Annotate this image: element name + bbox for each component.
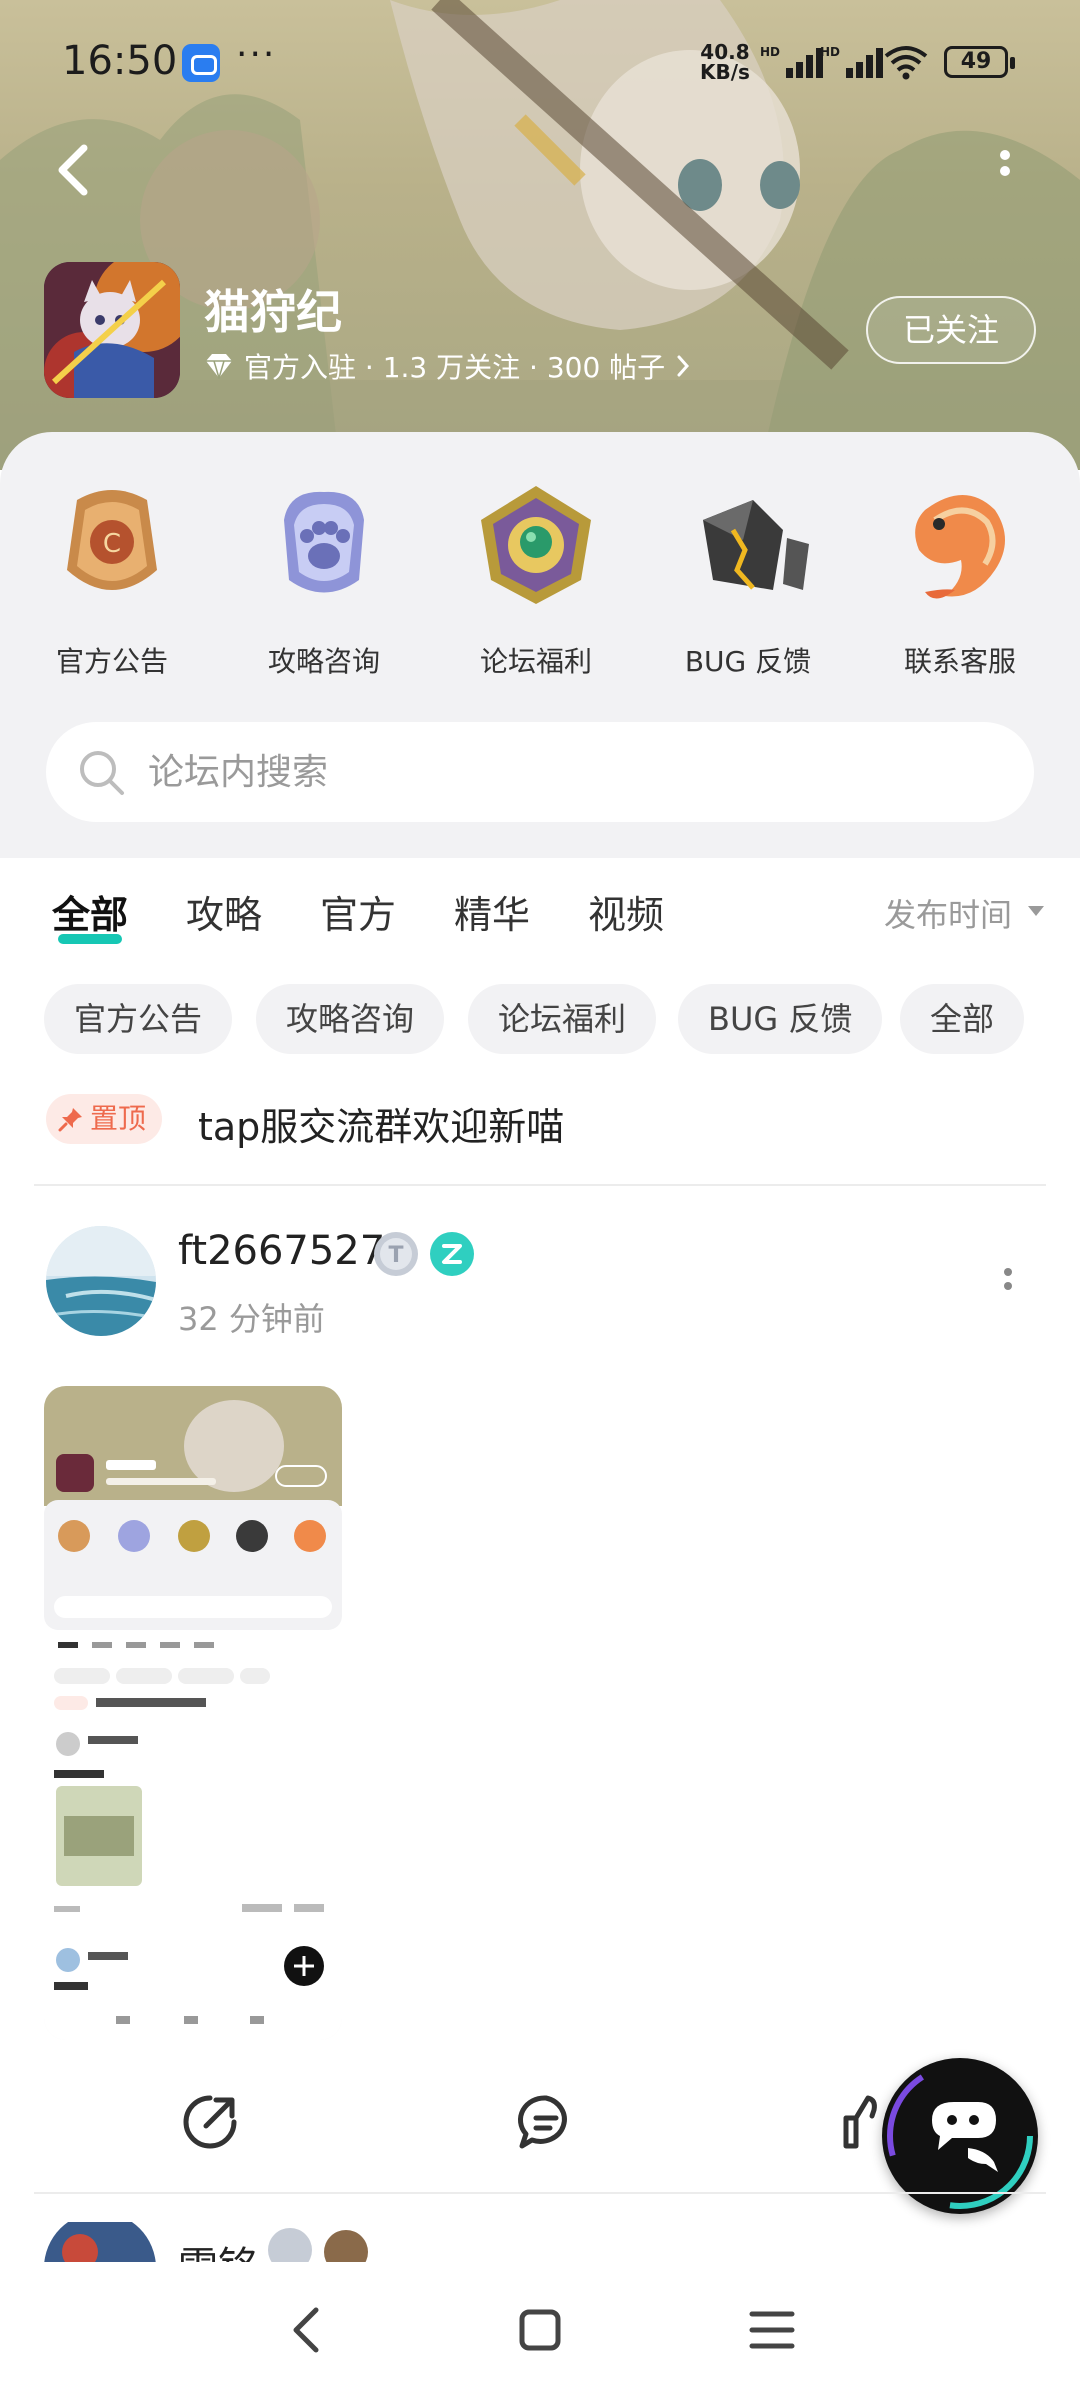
- category-strategy[interactable]: 攻略咨询: [234, 480, 414, 680]
- filter-chip[interactable]: 全部: [900, 984, 1025, 1054]
- network-speed: 40.8 KB/s: [700, 42, 750, 82]
- next-post-avatars: [44, 2222, 368, 2262]
- category-label: 官方公告: [55, 645, 168, 678]
- tab-strategy[interactable]: 攻略: [186, 884, 262, 939]
- game-title: 猫狩纪: [204, 285, 342, 339]
- status-time: 16:50: [62, 38, 178, 84]
- creator-badge-icon: [430, 1232, 474, 1276]
- pinned-badge-label: 置顶: [90, 1102, 147, 1135]
- verified-diamond-icon: [206, 354, 232, 379]
- game-meta[interactable]: 官方入驻 · 1.3 万关注 · 300 帖子: [204, 346, 691, 386]
- tab-active-indicator: [58, 934, 122, 944]
- category-bug-report[interactable]: BUG 反馈: [658, 480, 838, 680]
- signal-2-icon: HD: [820, 45, 883, 78]
- category-label: 攻略咨询: [267, 645, 380, 678]
- divider: [34, 1184, 1046, 1186]
- screen: 16:50 ··· 40.8 KB/s HD HD 49 猫狩纪 官方入驻 · …: [0, 0, 1080, 2400]
- chat-bubble-icon: [887, 2063, 1033, 2209]
- sort-dropdown[interactable]: 发布时间: [884, 890, 1012, 936]
- category-label: 联系客服: [903, 645, 1016, 678]
- tab-all[interactable]: 全部: [52, 884, 128, 939]
- filter-chip[interactable]: 论坛福利: [468, 984, 657, 1054]
- chevron-right-icon: [677, 355, 690, 377]
- avatar[interactable]: [46, 1226, 156, 1336]
- pinned-post-title[interactable]: tap服交流群欢迎新喵: [198, 1096, 564, 1151]
- post-screenshot-thumbnail: [44, 1386, 342, 2040]
- network-speed-value: 40.8: [700, 40, 750, 64]
- header-banner: 16:50 ··· 40.8 KB/s HD HD 49 猫狩纪 官方入驻 · …: [0, 0, 1080, 470]
- share-icon[interactable]: [180, 2092, 240, 2152]
- search-input[interactable]: [148, 744, 1008, 800]
- koi-icon: [915, 495, 1005, 599]
- svg-text:HD: HD: [760, 45, 780, 59]
- notification-app-icon: [182, 44, 220, 82]
- nav-home-icon[interactable]: [510, 2300, 570, 2360]
- crystal-icon: [703, 500, 809, 590]
- tab-featured[interactable]: 精华: [454, 884, 530, 939]
- jade-icon: [481, 486, 591, 604]
- tab-official[interactable]: 官方: [320, 884, 396, 939]
- level-badge-icon: T: [374, 1232, 418, 1276]
- sort-caret-icon: [1028, 906, 1044, 916]
- tab-video[interactable]: 视频: [588, 884, 664, 939]
- svg-text:T: T: [388, 1243, 403, 1268]
- nav-back-icon[interactable]: [278, 2300, 338, 2360]
- category-label: 论坛福利: [479, 645, 592, 678]
- nav-menu-icon[interactable]: [742, 2300, 802, 2360]
- chat-assistant-button[interactable]: [882, 2058, 1038, 2214]
- badge-icon: C: [67, 490, 157, 590]
- next-post-peek: [0, 2222, 1080, 2262]
- comment-icon[interactable]: [516, 2092, 576, 2152]
- status-more-dots: ···: [236, 34, 277, 75]
- game-logo-art: [44, 262, 180, 398]
- post-image[interactable]: [44, 1386, 342, 2040]
- divider: [34, 2192, 1046, 2194]
- pinned-badge: 置顶: [46, 1094, 163, 1144]
- more-vertical-icon[interactable]: [990, 145, 1020, 195]
- filter-chip[interactable]: 攻略咨询: [256, 984, 445, 1054]
- post-username[interactable]: ft2667527: [178, 1228, 385, 1274]
- svg-text:HD: HD: [820, 45, 840, 59]
- filter-chip[interactable]: BUG 反馈: [678, 984, 883, 1054]
- status-bar: 16:50 ··· 40.8 KB/s HD HD 49: [0, 0, 1080, 120]
- game-meta-text: 官方入驻 · 1.3 万关注 · 300 帖子: [244, 351, 666, 384]
- forum-search-bar[interactable]: [46, 722, 1034, 822]
- category-label: BUG 反馈: [684, 645, 812, 678]
- paw-icon: [284, 491, 364, 593]
- avatar-image: [46, 1226, 156, 1336]
- wifi-icon: [884, 46, 928, 80]
- search-icon: [80, 751, 124, 795]
- back-icon[interactable]: [50, 140, 98, 200]
- pin-icon: [58, 1108, 82, 1132]
- game-logo[interactable]: [44, 262, 180, 398]
- category-customer-service[interactable]: 联系客服: [870, 480, 1050, 680]
- category-official-notice[interactable]: C 官方公告: [22, 480, 202, 680]
- svg-text:C: C: [103, 529, 121, 559]
- battery-indicator: 49: [944, 46, 1015, 78]
- post-time: 32 分钟前: [178, 1300, 325, 1338]
- filter-chip[interactable]: 官方公告: [44, 984, 233, 1054]
- network-speed-unit: KB/s: [700, 60, 750, 84]
- post-more-icon[interactable]: [996, 1264, 1020, 1304]
- category-welfare[interactable]: 论坛福利: [446, 480, 626, 680]
- follow-button[interactable]: 已关注: [866, 296, 1036, 364]
